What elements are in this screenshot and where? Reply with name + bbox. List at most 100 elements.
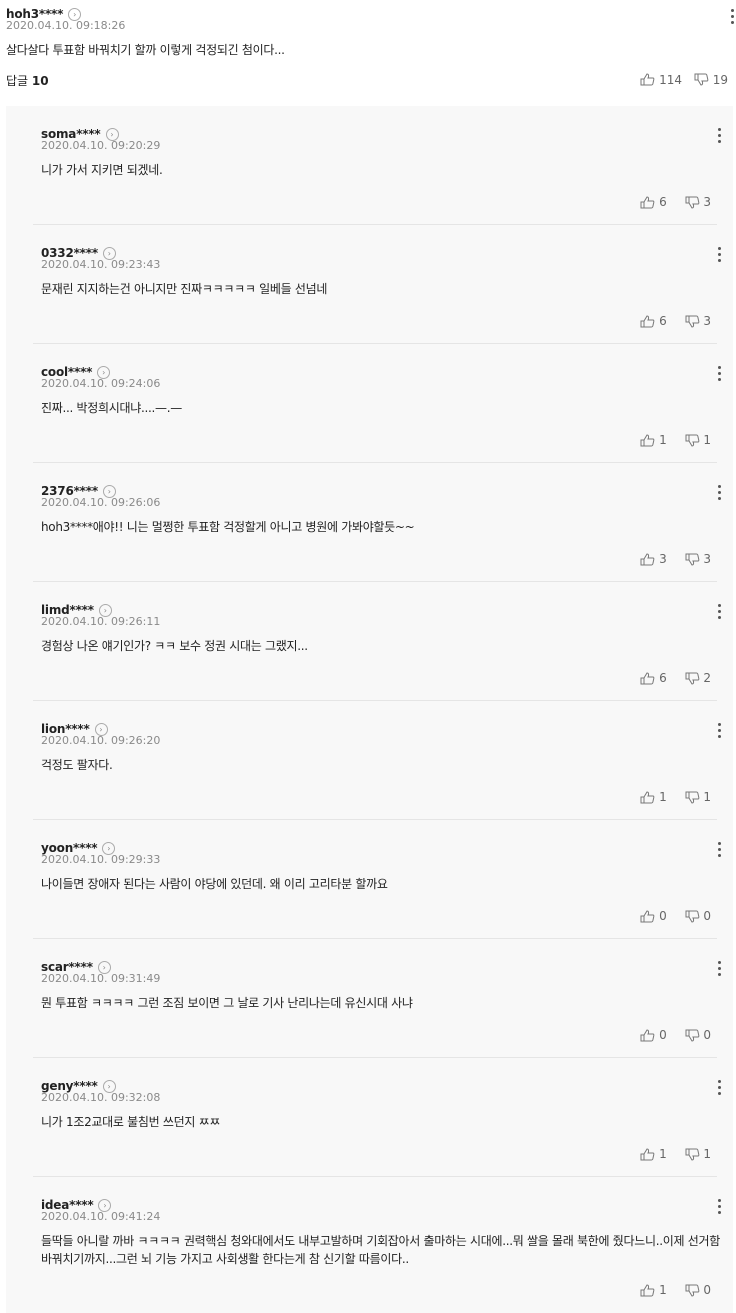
reply-timestamp: 2020.04.10. 09:24:06 (41, 377, 161, 390)
vote-group: 0 0 (640, 1027, 711, 1042)
dislike-count: 1 (703, 790, 711, 804)
more-vertical-icon[interactable] (716, 485, 722, 503)
dislike-count: 19 (712, 72, 728, 87)
like-button[interactable]: 0 (640, 909, 667, 923)
dislike-count: 1 (703, 1147, 711, 1161)
reply-text: 들딱들 아니랄 까바 ㅋㅋㅋㅋ 권력핵심 청와대에서도 내부고발하며 기회잡아서… (41, 1234, 720, 1266)
reply-count: 10 (31, 74, 49, 88)
dislike-button[interactable]: 1 (685, 433, 711, 447)
dislike-count: 0 (703, 909, 711, 923)
vote-group: 1 1 (640, 1146, 711, 1161)
thumbs-up-icon (640, 1147, 655, 1160)
like-count: 114 (659, 72, 683, 87)
comment-text: 살다살다 투표함 바꿔치기 할까 이렇게 걱정되긴 첨이다... (6, 43, 285, 57)
more-vertical-icon[interactable] (716, 1199, 722, 1217)
thumbs-down-icon (685, 910, 699, 923)
thumbs-up-icon (640, 73, 655, 86)
thumbs-up-icon (640, 552, 655, 565)
reply-timestamp: 2020.04.10. 09:26:11 (41, 615, 161, 628)
reply-item: geny**** › 2020.04.10. 09:32:08 니가 1조2교대로… (6, 1058, 733, 1177)
reply-timestamp: 2020.04.10. 09:29:33 (41, 853, 161, 866)
dislike-button[interactable]: 19 (694, 72, 728, 87)
more-vertical-icon[interactable] (716, 842, 722, 860)
thumbs-down-icon (685, 553, 699, 566)
dislike-button[interactable]: 0 (685, 909, 711, 923)
thumbs-up-icon (640, 433, 655, 446)
reply-item: limd**** › 2020.04.10. 09:26:11 경험상 나온 얘기… (6, 582, 733, 701)
more-vertical-icon[interactable] (729, 9, 735, 27)
like-button[interactable]: 3 (640, 552, 667, 566)
thumbs-up-icon (640, 1283, 655, 1296)
more-vertical-icon[interactable] (716, 366, 722, 384)
like-button[interactable]: 6 (640, 314, 667, 328)
vote-group: 0 0 (640, 908, 711, 923)
thumbs-up-icon (640, 195, 655, 208)
reply-timestamp: 2020.04.10. 09:31:49 (41, 972, 161, 985)
like-count: 1 (659, 1283, 667, 1297)
like-button[interactable]: 0 (640, 1028, 667, 1042)
dislike-button[interactable]: 3 (685, 195, 711, 209)
like-button[interactable]: 1 (640, 1147, 667, 1161)
dislike-button[interactable]: 0 (685, 1028, 711, 1042)
vote-group: 1 0 (640, 1282, 711, 1297)
reply-item: soma**** › 2020.04.10. 09:20:29 니가 가서 지키면… (6, 106, 733, 225)
dislike-count: 3 (703, 314, 711, 328)
dislike-button[interactable]: 3 (685, 314, 711, 328)
reply-text: 걱정도 팔자다. (41, 758, 113, 772)
thumbs-down-icon (685, 672, 699, 685)
reply-item: yoon**** › 2020.04.10. 09:29:33 나이들면 장애자 … (6, 820, 733, 939)
like-count: 6 (659, 314, 667, 328)
dislike-button[interactable]: 3 (685, 552, 711, 566)
more-vertical-icon[interactable] (716, 961, 722, 979)
thumbs-down-icon (685, 791, 699, 804)
like-button[interactable]: 6 (640, 671, 667, 685)
more-vertical-icon[interactable] (716, 128, 722, 146)
dislike-count: 0 (703, 1283, 711, 1297)
reply-toggle[interactable]: 답글 10 (6, 72, 49, 89)
like-count: 0 (659, 909, 667, 923)
thumbs-up-icon (640, 909, 655, 922)
thumbs-down-icon (685, 315, 699, 328)
dislike-button[interactable]: 2 (685, 671, 711, 685)
thumbs-down-icon (694, 73, 709, 86)
like-button[interactable]: 1 (640, 790, 667, 804)
reply-label: 답글 (6, 74, 29, 88)
vote-group: 3 3 (640, 551, 711, 566)
dislike-button[interactable]: 1 (685, 1147, 711, 1161)
reply-timestamp: 2020.04.10. 09:20:29 (41, 139, 161, 152)
like-count: 6 (659, 671, 667, 685)
like-count: 1 (659, 433, 667, 447)
dislike-button[interactable]: 0 (685, 1283, 711, 1297)
vote-group: 6 2 (640, 670, 711, 685)
thumbs-down-icon (685, 1148, 699, 1161)
thumbs-up-icon (640, 314, 655, 327)
more-vertical-icon[interactable] (716, 1080, 722, 1098)
reply-timestamp: 2020.04.10. 09:26:20 (41, 734, 161, 747)
dislike-count: 3 (703, 195, 711, 209)
more-vertical-icon[interactable] (716, 723, 722, 741)
reply-item: scar**** › 2020.04.10. 09:31:49 뭔 투표함 ㅋㅋㅋ… (6, 939, 733, 1058)
like-count: 1 (659, 1147, 667, 1161)
more-vertical-icon[interactable] (716, 247, 722, 265)
reply-item: 2376**** › 2020.04.10. 09:26:06 hoh3****애… (6, 463, 733, 582)
dislike-count: 3 (703, 552, 711, 566)
reply-text: 뭔 투표함 ㅋㅋㅋㅋ 그런 조짐 보이면 그 날로 기사 난리나는데 유신시대 … (41, 996, 413, 1010)
like-button[interactable]: 6 (640, 195, 667, 209)
reply-text: 니가 1조2교대로 불침번 쓰던지 ㅉㅉ (41, 1115, 221, 1129)
reply-item: idea**** › 2020.04.10. 09:41:24 들딱들 아니랄 까… (6, 1177, 733, 1313)
reply-text: 진짜... 박정희시대냐....—.— (41, 401, 182, 415)
reply-text: 경험상 나온 얘기인가? ㅋㅋ 보수 정권 시대는 그랬지... (41, 639, 308, 653)
dislike-button[interactable]: 1 (685, 790, 711, 804)
dislike-count: 1 (703, 433, 711, 447)
thumbs-down-icon (685, 1029, 699, 1042)
like-count: 0 (659, 1028, 667, 1042)
more-vertical-icon[interactable] (716, 604, 722, 622)
like-button[interactable]: 1 (640, 433, 667, 447)
like-count: 6 (659, 195, 667, 209)
like-button[interactable]: 1 (640, 1283, 667, 1297)
reply-text: 나이들면 장애자 된다는 사람이 야당에 있던데. 왜 이리 고리타분 할까요 (41, 877, 388, 891)
reply-timestamp: 2020.04.10. 09:41:24 (41, 1210, 161, 1223)
like-button[interactable]: 114 (640, 72, 682, 87)
thumbs-up-icon (640, 1028, 655, 1041)
reply-timestamp: 2020.04.10. 09:26:06 (41, 496, 161, 509)
